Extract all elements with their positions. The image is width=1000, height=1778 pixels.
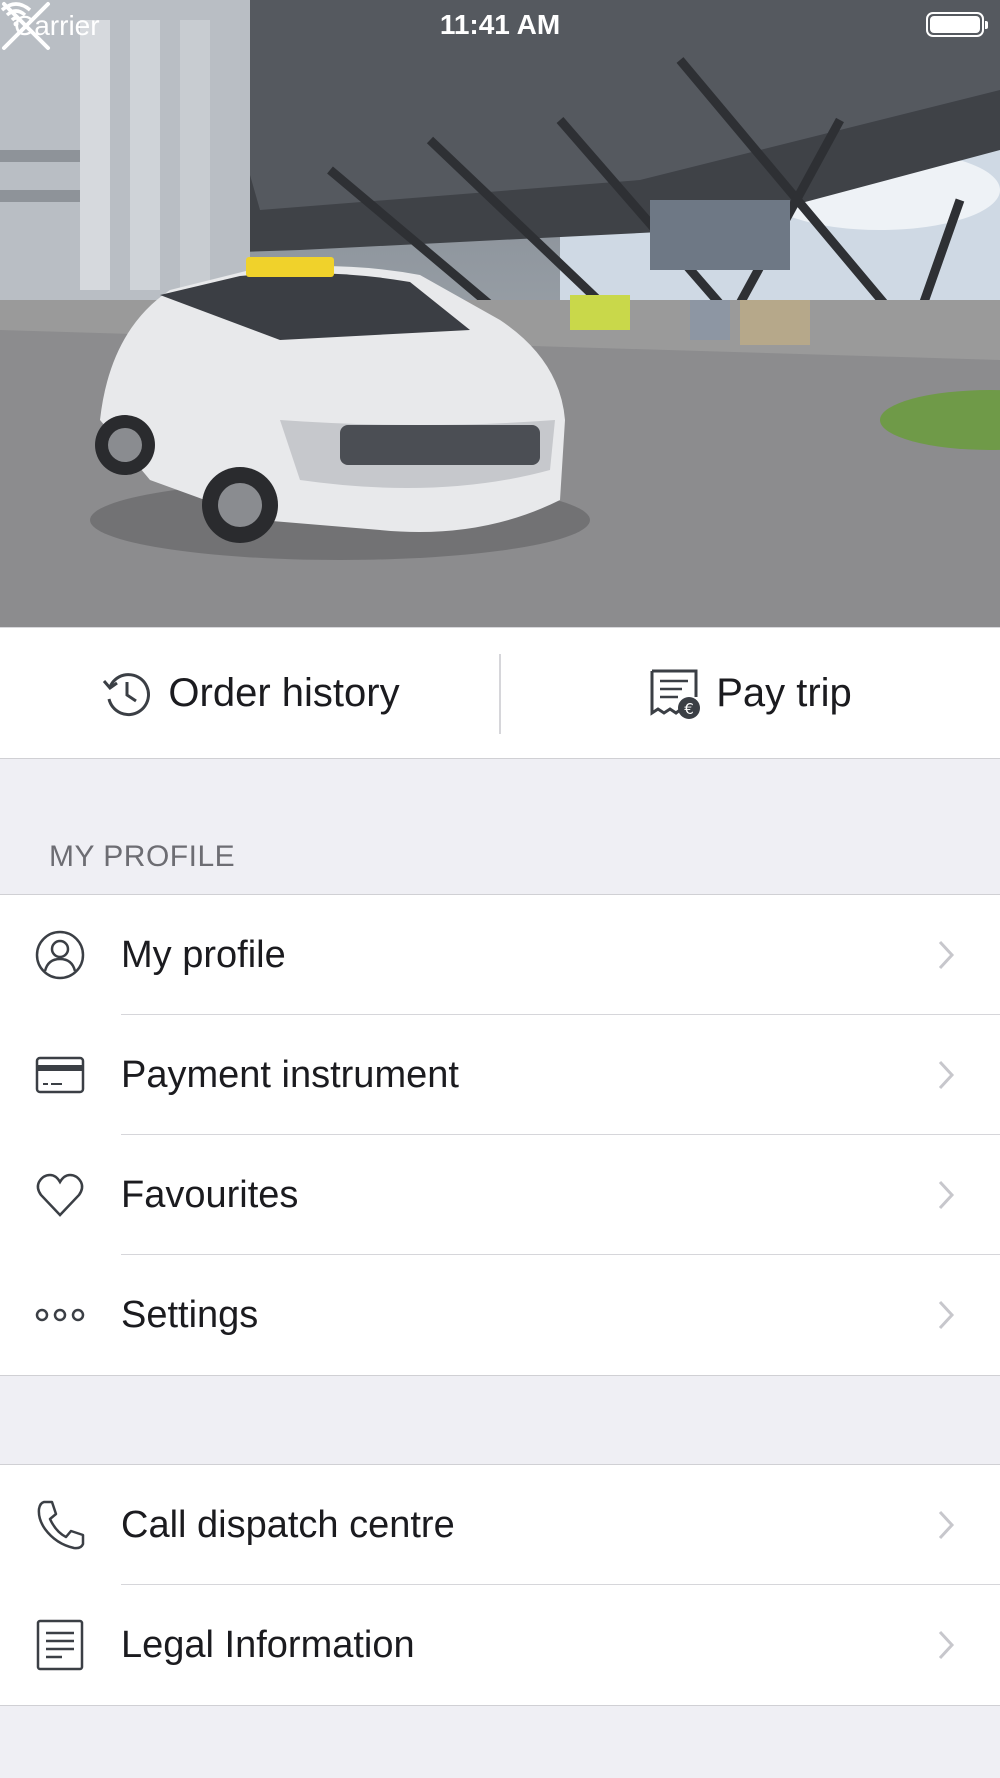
menu-item-label: Legal Information xyxy=(121,1624,415,1666)
menu-item-label: Call dispatch centre xyxy=(121,1504,455,1546)
close-icon[interactable] xyxy=(0,0,52,52)
status-bar: Carrier 11:41 AM xyxy=(0,0,1000,50)
chevron-right-icon xyxy=(938,1630,955,1660)
menu-item-payment-instrument[interactable]: Payment instrument xyxy=(0,1015,1000,1135)
menu-item-my-profile[interactable]: My profile xyxy=(0,895,1000,1015)
menu-item-label: Favourites xyxy=(121,1174,299,1216)
chevron-right-icon xyxy=(938,1180,955,1210)
profile-menu-group: My profile Payment instrument Favourites… xyxy=(0,894,1000,1376)
menu-item-settings[interactable]: Settings xyxy=(0,1255,1000,1375)
svg-text:€: € xyxy=(684,700,694,718)
order-history-label: Order history xyxy=(168,671,400,715)
hero-image: Carrier 11:41 AM xyxy=(0,0,1000,627)
more-dots-icon xyxy=(35,1308,85,1322)
menu-item-favourites[interactable]: Favourites xyxy=(0,1135,1000,1255)
status-time: 11:41 AM xyxy=(439,9,561,40)
info-menu-group: Call dispatch centre Legal Information xyxy=(0,1464,1000,1706)
heart-icon xyxy=(36,1173,84,1217)
credit-card-icon xyxy=(35,1056,85,1094)
chevron-right-icon xyxy=(938,940,955,970)
chevron-right-icon xyxy=(938,1510,955,1540)
menu-item-label: Settings xyxy=(121,1294,259,1336)
menu-item-label: My profile xyxy=(121,934,286,976)
receipt-euro-icon: € xyxy=(650,669,701,719)
menu-item-call-dispatch[interactable]: Call dispatch centre xyxy=(0,1465,1000,1585)
quick-actions-bar: Order history € Pay trip xyxy=(0,627,1000,759)
battery-icon xyxy=(926,12,988,37)
airport-taxi-photo xyxy=(0,0,1000,627)
pay-trip-button[interactable]: € Pay trip xyxy=(500,628,1000,759)
chevron-right-icon xyxy=(938,1300,955,1330)
section-header-my-profile: MY PROFILE xyxy=(49,840,236,873)
menu-item-label: Payment instrument xyxy=(121,1054,459,1096)
document-icon xyxy=(36,1619,84,1671)
pay-trip-label: Pay trip xyxy=(716,671,852,715)
menu-item-legal-information[interactable]: Legal Information xyxy=(0,1585,1000,1705)
phone-icon xyxy=(37,1500,85,1550)
user-icon xyxy=(35,930,85,980)
order-history-button[interactable]: Order history xyxy=(0,628,500,759)
chevron-right-icon xyxy=(938,1060,955,1090)
history-icon xyxy=(103,672,151,716)
